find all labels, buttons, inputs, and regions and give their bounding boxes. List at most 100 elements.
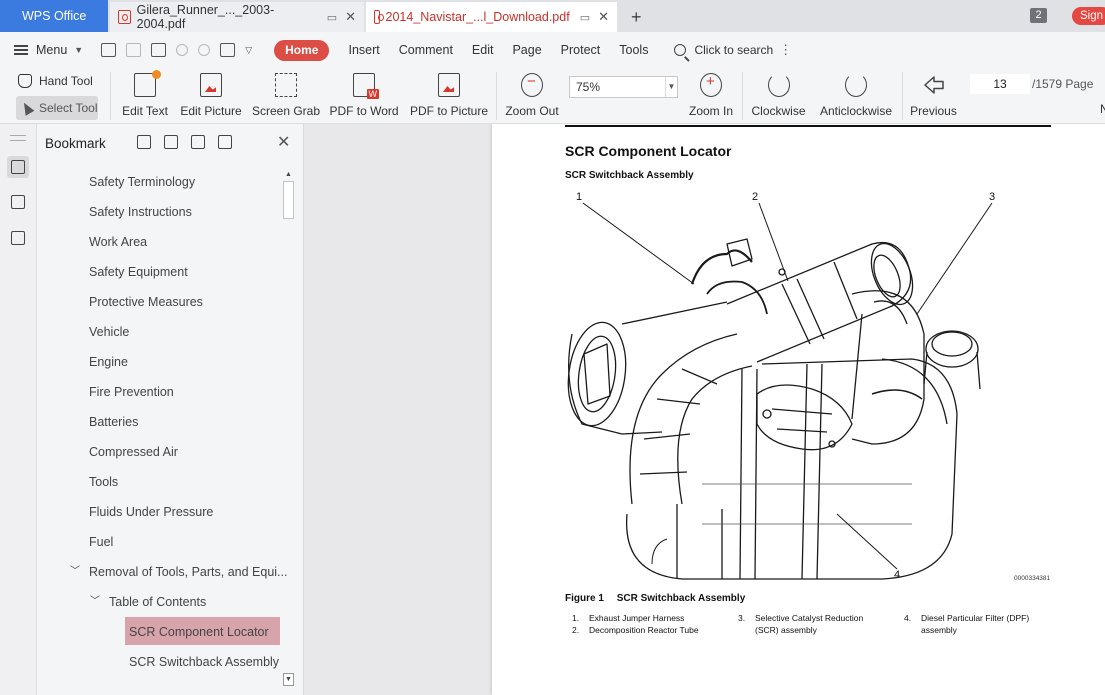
bookmark-item[interactable]: Work Area bbox=[37, 227, 287, 257]
scroll-up-icon[interactable]: ▲ bbox=[283, 169, 294, 180]
edit-picture-icon bbox=[200, 73, 222, 97]
zoom-level-select[interactable]: 75% ▼ bbox=[569, 76, 678, 98]
zoom-in-button[interactable]: Zoom In bbox=[689, 68, 734, 124]
menu-tools[interactable]: Tools bbox=[619, 43, 648, 57]
chevron-down-icon[interactable]: ▼ bbox=[665, 77, 677, 97]
bookmark-item[interactable]: Protective Measures bbox=[37, 287, 287, 317]
menu-insert[interactable]: Insert bbox=[348, 43, 379, 57]
bookmark-scrollbar[interactable]: ▲ ▼ bbox=[282, 169, 295, 689]
float-window-icon[interactable]: ▭ bbox=[580, 11, 590, 24]
close-panel-icon[interactable]: ✕ bbox=[277, 132, 290, 152]
document-canvas[interactable]: SCR Component Locator SCR Switchback Ass… bbox=[304, 124, 1105, 695]
bookmark-item[interactable]: Safety Instructions bbox=[37, 197, 287, 227]
bookmark-item[interactable]: Vehicle bbox=[37, 317, 287, 347]
tab-document-1[interactable]: Gilera_Runner_..._2003-2004.pdf ▭ ✕ bbox=[110, 2, 364, 32]
chevron-down-icon[interactable]: ﹀ bbox=[70, 557, 80, 587]
open-folder-icon[interactable] bbox=[101, 43, 117, 57]
main-menu-button[interactable]: Menu ▼ bbox=[14, 43, 83, 57]
chevron-down-icon: ▼ bbox=[74, 45, 84, 55]
scroll-thumb[interactable] bbox=[283, 181, 294, 219]
bookmark-panel-toggle[interactable] bbox=[7, 156, 29, 178]
edit-text-button[interactable]: Edit Text bbox=[122, 68, 168, 124]
edit-picture-button[interactable]: Edit Picture bbox=[180, 68, 242, 124]
rotate-clockwise-icon bbox=[767, 73, 790, 97]
expand-all-icon[interactable] bbox=[137, 135, 151, 149]
search-box[interactable]: Click to search bbox=[694, 43, 773, 57]
quick-access-dropdown-icon[interactable]: ▽ bbox=[245, 45, 252, 56]
collapse-all-icon[interactable] bbox=[164, 135, 178, 149]
pdf-to-picture-icon bbox=[438, 73, 460, 97]
zoom-in-label: Zoom In bbox=[689, 104, 734, 118]
bookmark-item[interactable]: Engine bbox=[37, 347, 287, 377]
bookmark-item[interactable]: Compressed Air bbox=[37, 437, 287, 467]
bookmark-toolbar bbox=[137, 135, 232, 149]
pdf-to-word-icon bbox=[353, 73, 379, 99]
hamburger-icon bbox=[14, 45, 28, 55]
bookmark-item[interactable]: Fire Prevention bbox=[37, 377, 287, 407]
page-number-input[interactable]: 13 bbox=[970, 74, 1030, 94]
undo-icon[interactable] bbox=[176, 44, 189, 56]
rotate-anticlockwise-icon bbox=[845, 73, 867, 97]
pdf-page: SCR Component Locator SCR Switchback Ass… bbox=[492, 124, 1105, 695]
bookmark-item[interactable]: Batteries bbox=[37, 407, 287, 437]
arrow-left-icon bbox=[923, 76, 944, 94]
menu-comment[interactable]: Comment bbox=[399, 43, 453, 57]
ribbon-divider bbox=[110, 72, 111, 120]
pdf-to-picture-button[interactable]: PDF to Picture bbox=[410, 68, 488, 124]
menu-page[interactable]: Page bbox=[512, 43, 541, 57]
window-count-badge[interactable]: 2 bbox=[1030, 8, 1047, 23]
bookmark-item[interactable]: Tools bbox=[37, 467, 287, 497]
tab-document-2[interactable]: 2014_Navistar_...l_Download.pdf ▭ ✕ bbox=[366, 2, 617, 32]
sign-in-button[interactable]: Sign bbox=[1071, 7, 1105, 25]
add-bookmark-icon[interactable] bbox=[191, 135, 205, 149]
bookmark-item[interactable]: Safety Equipment bbox=[37, 257, 287, 287]
select-tool-button[interactable]: Select Tool bbox=[16, 96, 98, 120]
bookmark-item[interactable]: Fuel bbox=[37, 527, 287, 557]
legend-item: 1. Exhaust Jumper Harness bbox=[572, 613, 685, 623]
rotate-clockwise-button[interactable]: Clockwise bbox=[752, 68, 806, 124]
figure-id: 0000334381 bbox=[1014, 575, 1051, 582]
redo-icon[interactable] bbox=[198, 44, 211, 56]
bookmark-options-icon[interactable] bbox=[218, 135, 232, 149]
tab-wps-home[interactable]: WPS Office bbox=[0, 0, 108, 32]
chevron-down-icon[interactable]: ﹀ bbox=[90, 587, 100, 617]
search-icon[interactable] bbox=[674, 44, 687, 56]
close-tab-icon[interactable]: ✕ bbox=[598, 9, 609, 25]
rail-grip-icon bbox=[10, 135, 26, 141]
export-icon[interactable] bbox=[220, 43, 236, 57]
float-window-icon[interactable]: ▭ bbox=[327, 11, 337, 24]
scroll-down-icon[interactable]: ▼ bbox=[283, 673, 294, 686]
save-icon[interactable] bbox=[126, 43, 142, 57]
next-page-label[interactable]: N bbox=[1100, 102, 1105, 116]
callout-2: 2 bbox=[752, 191, 758, 203]
figure-title: SCR Switchback Assembly bbox=[616, 593, 746, 604]
callout-4: 4 bbox=[894, 569, 900, 581]
menu-home[interactable]: Home bbox=[274, 39, 330, 61]
thumbnail-panel-toggle[interactable] bbox=[7, 191, 29, 213]
attachment-panel-toggle[interactable] bbox=[7, 227, 29, 249]
hand-tool-button[interactable]: Hand Tool bbox=[18, 74, 93, 88]
scr-assembly-illustration: 1 2 3 4 bbox=[567, 191, 995, 581]
rotate-anticlockwise-button[interactable]: Anticlockwise bbox=[819, 68, 893, 124]
new-tab-button[interactable]: + bbox=[631, 2, 642, 32]
tab-label: 2014_Navistar_...l_Download.pdf bbox=[385, 10, 570, 24]
bookmark-item-selected[interactable]: SCR Component Locator bbox=[37, 617, 287, 647]
tool-ribbon: Hand Tool Select Tool Edit Text Edit Pic… bbox=[0, 68, 1105, 124]
bookmark-item[interactable]: ﹀ Table of Contents bbox=[37, 587, 287, 617]
pdf-to-word-button[interactable]: PDF to Word bbox=[329, 68, 399, 124]
bookmark-item[interactable]: SCR Switchback Assembly bbox=[37, 647, 287, 677]
menu-edit[interactable]: Edit bbox=[472, 43, 494, 57]
menu-protect[interactable]: Protect bbox=[561, 43, 601, 57]
screen-grab-button[interactable]: Screen Grab bbox=[252, 68, 320, 124]
previous-page-button[interactable]: Previous bbox=[910, 68, 957, 124]
bookmark-item[interactable]: ﹀ Removal of Tools, Parts, and Equi... bbox=[37, 557, 287, 587]
legend-item: 2. Decomposition Reactor Tube bbox=[572, 625, 699, 635]
anticlockwise-label: Anticlockwise bbox=[819, 104, 893, 118]
print-icon[interactable] bbox=[151, 43, 167, 57]
close-tab-icon[interactable]: ✕ bbox=[345, 9, 356, 25]
menu-bar: Menu ▼ ▽ Home Insert Comment Edit Page P… bbox=[0, 32, 1105, 68]
bookmark-item[interactable]: Safety Terminology bbox=[37, 167, 287, 197]
zoom-out-button[interactable]: Zoom Out bbox=[505, 68, 559, 124]
more-options-icon[interactable]: ⋮ bbox=[779, 42, 792, 58]
bookmark-item[interactable]: Fluids Under Pressure bbox=[37, 497, 287, 527]
